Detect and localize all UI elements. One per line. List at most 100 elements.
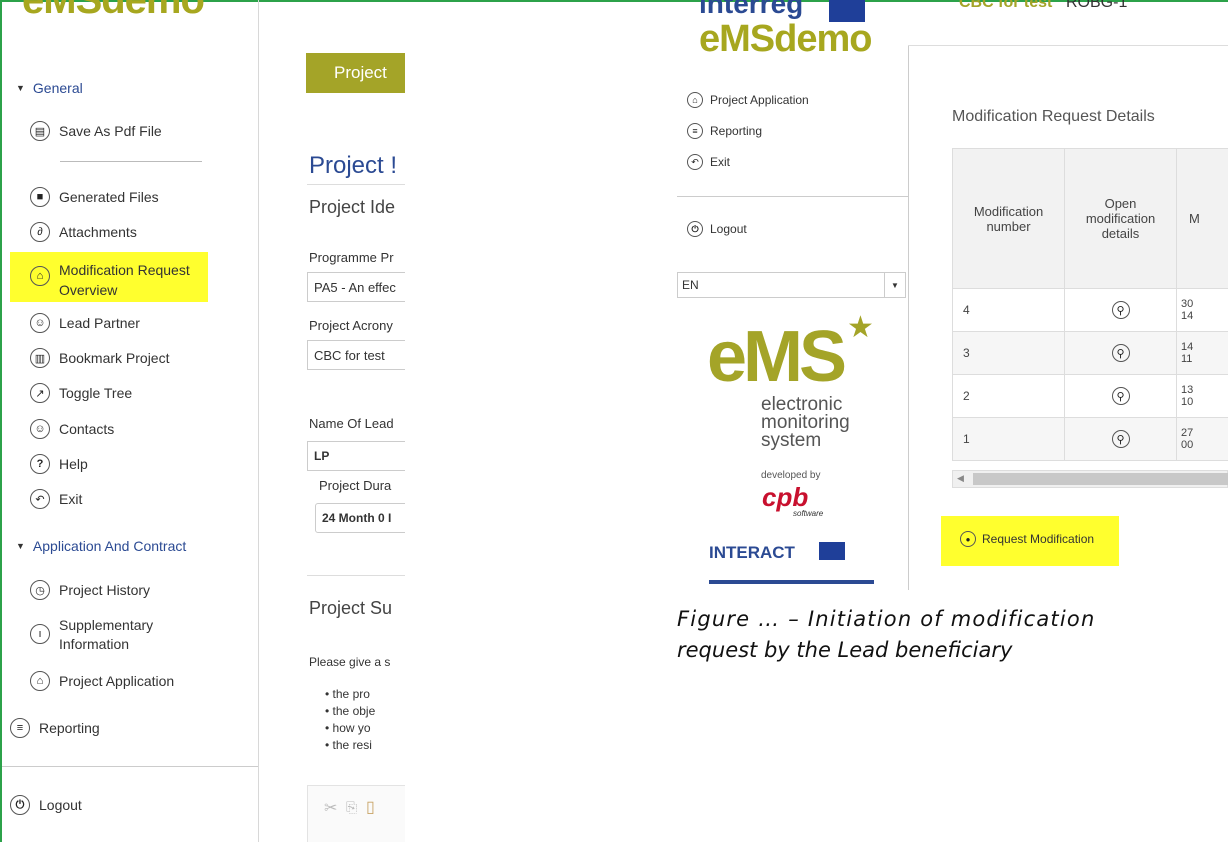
scroll-left-icon[interactable]: ◀: [957, 473, 964, 484]
info-icon: ı: [30, 624, 50, 644]
column-header[interactable]: Modification number: [952, 148, 1065, 289]
eu-flag-icon: [819, 542, 845, 560]
cell-date: 30 14: [1176, 288, 1228, 332]
header-project-code: ROBG-1: [1066, 0, 1128, 11]
developed-by: developed by: [761, 470, 821, 481]
app-nav-exit[interactable]: ↶ Exit: [687, 154, 730, 170]
brand-logo: eMSdemo: [22, 0, 205, 22]
list-item: • the obje: [325, 704, 376, 718]
report-icon: ≡: [10, 718, 30, 738]
nav-label: Reporting: [710, 124, 763, 138]
sidebar-item-reporting[interactable]: ≡ Reporting: [10, 718, 100, 738]
history-icon: ◷: [30, 580, 50, 600]
cell-date: 14 11: [1176, 331, 1228, 375]
scrollbar-thumb[interactable]: [973, 473, 1228, 485]
programme-field[interactable]: PA5 - An effec: [307, 272, 405, 302]
sidebar-item-label: Modification Request Overview: [59, 262, 190, 298]
cpb-sub: software: [793, 509, 824, 518]
magnifier-icon[interactable]: ⚲: [1111, 344, 1130, 362]
save-icon: ■: [30, 187, 50, 207]
sidebar-item-generated-files[interactable]: ■ Generated Files: [30, 187, 159, 207]
list-item: • how yo: [325, 721, 371, 735]
app-nav-project-application[interactable]: ⌂ Project Application: [687, 92, 809, 108]
nav-label: Project Application: [710, 93, 809, 107]
column-header[interactable]: M: [1176, 148, 1228, 289]
duration-field[interactable]: 24 Month 0 I: [315, 503, 405, 533]
sidebar-item-label: Supplementary Information: [59, 617, 154, 652]
sidebar-item-project-history[interactable]: ◷ Project History: [30, 580, 150, 600]
magnifier-icon[interactable]: ⚲: [1111, 301, 1130, 319]
column-header[interactable]: Open modification details: [1064, 148, 1177, 289]
sidebar-item-supplementary-information[interactable]: ı Supplementary Information: [30, 616, 179, 654]
sidebar-item-help[interactable]: ? Help: [30, 454, 88, 474]
sidebar-item-label: Exit: [59, 491, 83, 507]
magnifier-icon[interactable]: ⚲: [1111, 387, 1130, 405]
copy-icon[interactable]: ⎘: [346, 799, 357, 816]
cell-date: 13 10: [1176, 374, 1228, 418]
app-nav-reporting[interactable]: ≡ Reporting: [687, 123, 762, 139]
tab-label: Project: [334, 63, 387, 82]
sidebar-item-exit[interactable]: ↶ Exit: [30, 489, 82, 509]
nav-label: Logout: [710, 222, 747, 236]
circle-dot-icon: ●: [960, 531, 976, 547]
triangle-down-icon: ▼: [16, 541, 25, 551]
table-row: 4 ⚲ 30 14: [952, 288, 1228, 332]
magnifier-icon[interactable]: ⚲: [1111, 430, 1130, 448]
power-icon: ⏻: [10, 795, 30, 815]
modification-table-wrap: Modification number Open modification de…: [952, 148, 1228, 488]
sidebar-item-attachments[interactable]: ∂ Attachments: [30, 222, 137, 242]
project-form-panel: Project Project ! Project Ide Programme …: [259, 0, 405, 842]
cut-icon[interactable]: ✂: [324, 798, 337, 818]
duration-label: Project Dura: [319, 478, 392, 493]
sidebar-item-label: Bookmark Project: [59, 350, 170, 366]
request-modification-button[interactable]: ● Request Modification: [960, 531, 1094, 547]
user-icon: ☺: [30, 419, 50, 439]
ems-logo: eMS ★ electronic monitoring system devel…: [707, 311, 887, 562]
language-select[interactable]: EN ▼: [677, 272, 906, 298]
sidebar-item-modification-request-overview[interactable]: ⌂ Modification Request Overview: [30, 260, 209, 300]
sidebar-item-label: Contacts: [59, 421, 115, 437]
header-project-title: CBC for test: [959, 0, 1053, 11]
caption-line-2: request by the Lead beneficiary: [677, 638, 1013, 662]
bank-icon: ⌂: [30, 266, 50, 286]
paste-icon[interactable]: ▯: [366, 797, 375, 817]
app-sidebar-border: [908, 45, 909, 590]
lead-partner-field[interactable]: LP: [307, 441, 405, 471]
sidebar-item-project-application[interactable]: ⌂ Project Application: [30, 671, 174, 691]
sidebar-item-save-pdf[interactable]: ▤ Save As Pdf File: [30, 121, 162, 141]
table-row: 2 ⚲ 13 10: [952, 374, 1228, 418]
sidebar-item-toggle-tree[interactable]: ↗ Toggle Tree: [30, 383, 132, 403]
sidebar-item-bookmark-project[interactable]: ▥ Bookmark Project: [30, 348, 169, 368]
sidebar-item-label: Lead Partner: [59, 315, 140, 331]
summary-intro: Please give a s: [309, 655, 391, 669]
open-details-cell: ⚲: [1064, 331, 1177, 375]
sidebar-item-logout[interactable]: ⏻ Logout: [10, 795, 82, 815]
programme-label: Programme Pr: [309, 250, 394, 265]
chevron-down-icon: ▼: [884, 273, 905, 297]
list-item: • the pro: [325, 687, 370, 701]
sidebar-item-contacts[interactable]: ☺ Contacts: [30, 419, 114, 439]
acronym-field[interactable]: CBC for test: [307, 340, 405, 370]
section-title: Modification Request Details: [952, 108, 1155, 125]
interact-logo: INTERACT: [709, 543, 795, 562]
open-details-cell: ⚲: [1064, 417, 1177, 461]
sidebar-item-label: Help: [59, 456, 88, 472]
interreg-logo: interreg: [699, 0, 804, 19]
section-general[interactable]: ▼ General: [16, 80, 83, 96]
star-icon: ★: [847, 311, 874, 344]
acronym-label: Project Acrony: [309, 318, 393, 333]
power-icon: ⏻: [687, 221, 703, 237]
sidebar-item-lead-partner[interactable]: ☺ Lead Partner: [30, 313, 140, 333]
book-icon: ▥: [30, 348, 50, 368]
header-divider: [908, 45, 1228, 46]
cell-number: 4: [952, 288, 1065, 332]
app-nav-logout[interactable]: ⏻ Logout: [687, 221, 747, 237]
section-application-and-contract[interactable]: ▼ Application And Contract: [16, 538, 186, 554]
summary-heading: Project Su: [309, 598, 393, 618]
tab-project[interactable]: Project: [306, 53, 405, 93]
exit-icon: ↶: [687, 154, 703, 170]
triangle-down-icon: ▼: [16, 83, 25, 93]
section-label: General: [32, 80, 83, 96]
table-row: 3 ⚲ 14 11: [952, 331, 1228, 375]
horizontal-scrollbar[interactable]: ◀: [952, 470, 1228, 488]
